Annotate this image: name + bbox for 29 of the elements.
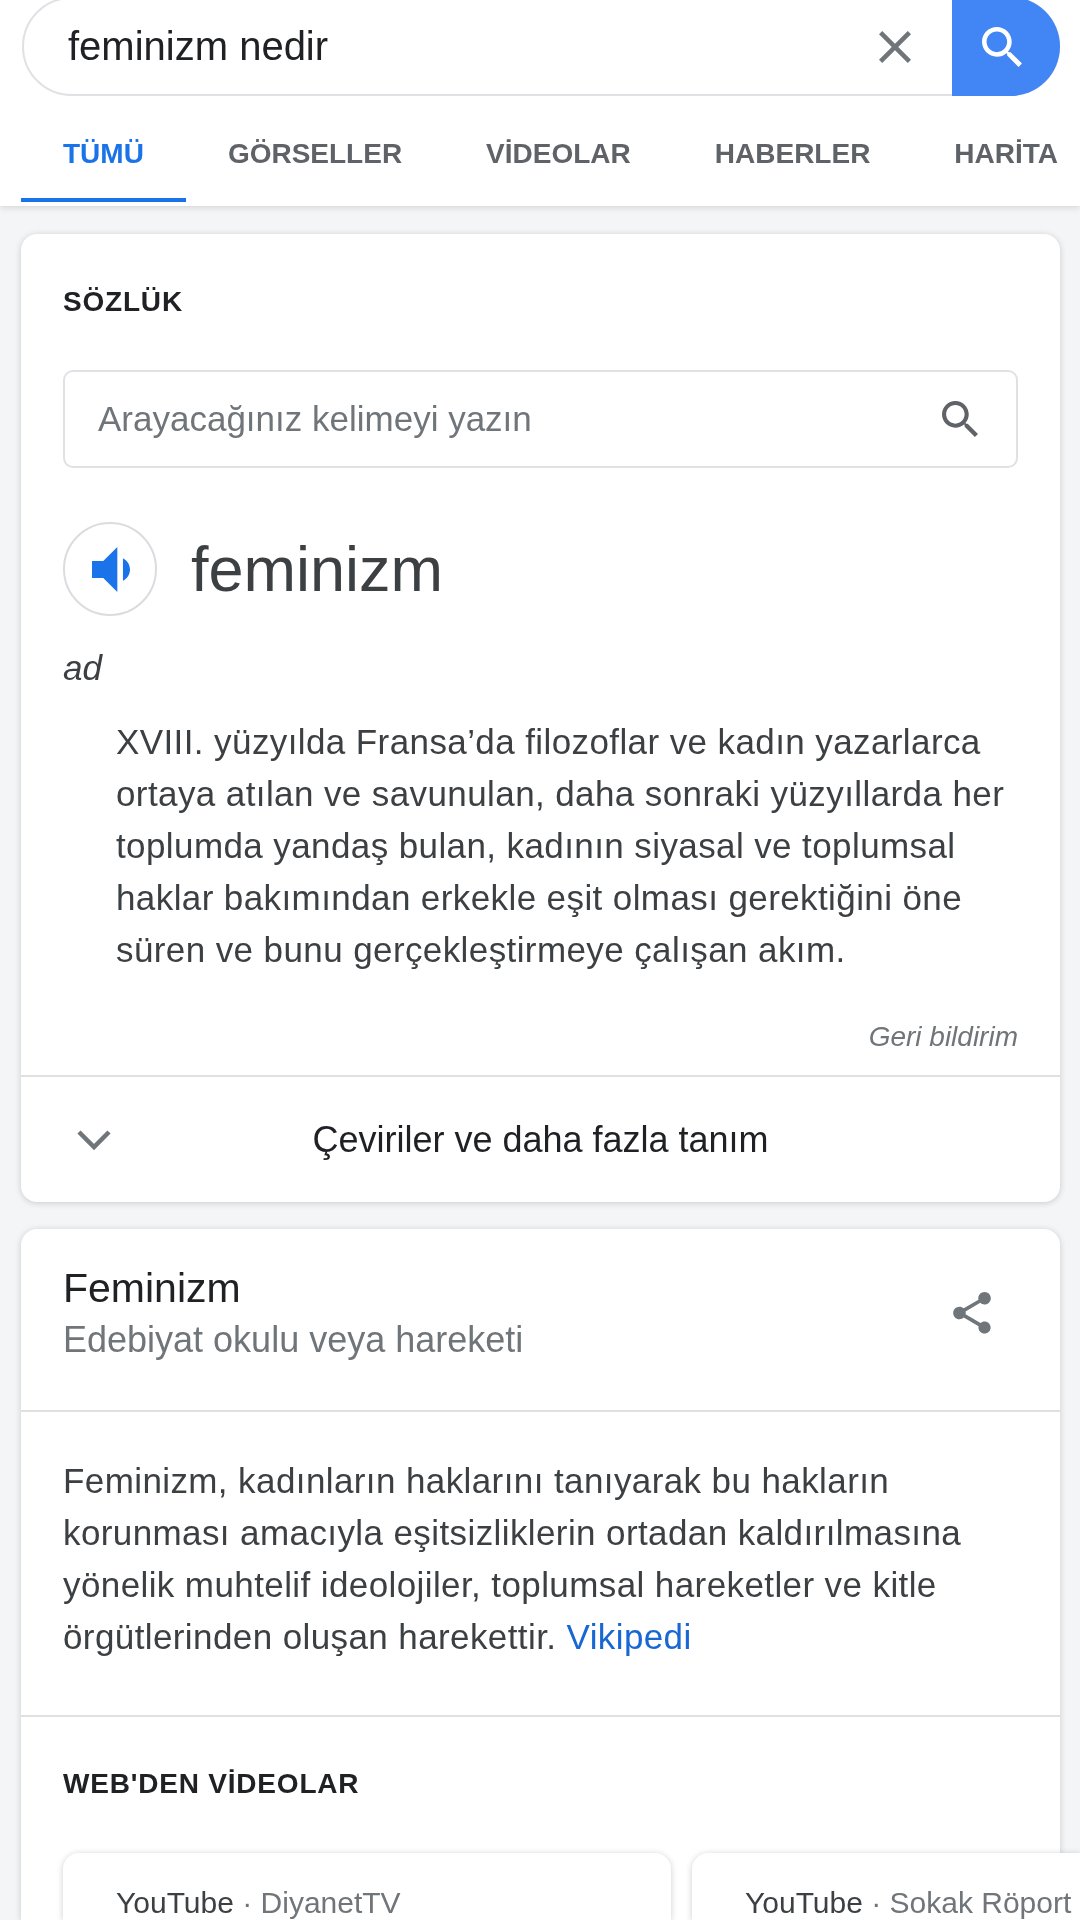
video-card[interactable]: YouTube · DiyanetTV [63,1853,671,1920]
tab[interactable]: VİDEOLAR [444,96,673,202]
search-icon [982,26,1022,67]
tab[interactable]: TÜMÜ [21,96,186,202]
tab[interactable]: HARİTA [912,96,1067,202]
part-of-speech: ad [63,648,102,688]
video-source: YouTube · Sokak Röport [745,1886,1072,1920]
search-button[interactable] [952,0,1060,96]
clear-icon[interactable] [879,30,911,63]
section-heading: SÖZLÜK [63,286,184,318]
headword: feminizm [191,533,444,605]
video-card[interactable]: YouTube · Sokak Röport [692,1853,1080,1920]
search-input[interactable]: feminizm nedir [24,24,879,69]
expand-button[interactable]: Çeviriler ve daha fazla tanım [21,1077,1060,1202]
definition-text: XVIII. yüzyılda Fransa’da filozoflar ve kadın yazarlarca ortaya atılan ve savunulan, daha sonraki yüzyıllarda her toplumda yandaş bulan, kadının siyasal ve toplumsal haklar bakımından erkekle eşit olması gerektiğini öne süren ve bunu gerçekleştirmeye çalışan akım. [116,721,1006,971]
speaker-icon [92,546,130,592]
tab[interactable]: HABERLER [672,96,913,202]
video-source: YouTube · DiyanetTV [116,1886,401,1920]
tab[interactable]: GÖRSELLER [185,96,445,202]
description-text: Feminizm, kadınların haklarını tanıyarak bu hakların korunması amacıyla eşitsizliklerin ortadan kaldırılmasına yönelik muhtelif ideolojiler, toplumsal hareketler ve kitle örgütlerinden oluşan harekettir. Vikipedi [62,1460,963,1658]
section-heading: WEB'DEN VİDEOLAR [62,1767,361,1801]
entity-subtitle: Edebiyat okulu veya hareketi [63,1319,524,1361]
share-icon[interactable] [953,1292,991,1334]
chevron-down-icon [76,1128,112,1151]
feedback-link[interactable]: Geri bildirim [868,1021,1018,1053]
source-link[interactable]: Vikipedi [566,1617,692,1656]
search-icon[interactable] [942,401,978,437]
entity-title: Feminizm [63,1265,242,1311]
dictionary-search-field[interactable]: Arayacağınız kelimeyi yazın [63,370,1018,468]
